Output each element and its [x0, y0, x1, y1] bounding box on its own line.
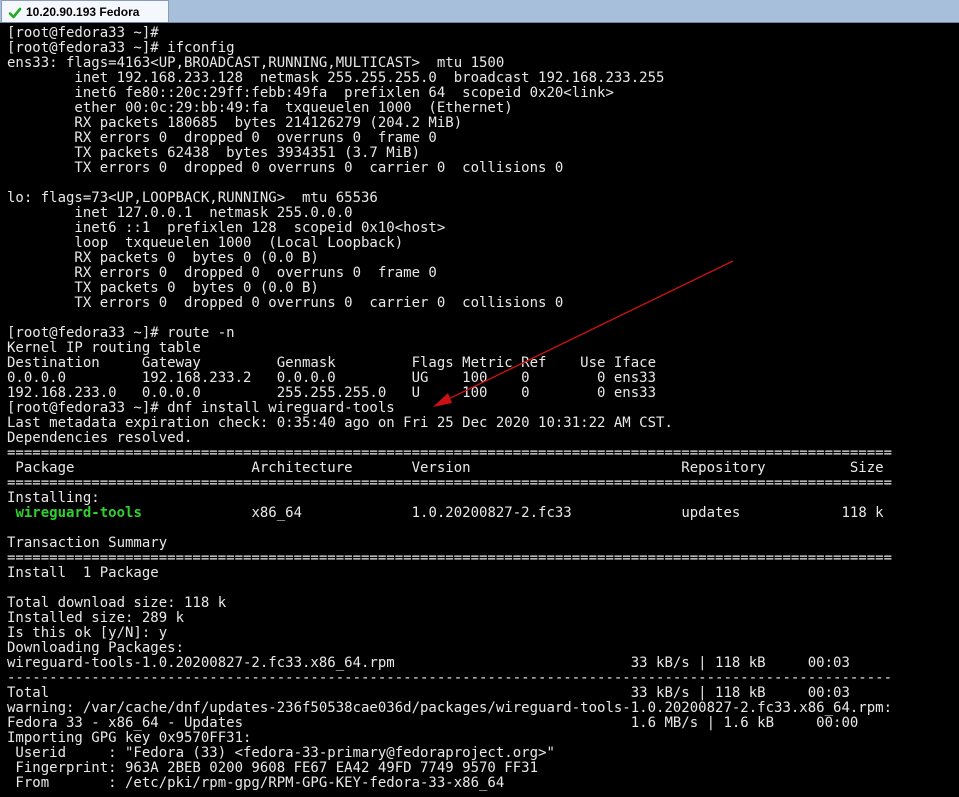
terminal-line: Transaction Summary	[7, 536, 168, 551]
terminal-line: ether 00:0c:29:bb:49:fa txqueuelen 1000 …	[7, 101, 513, 116]
terminal-line: Destination Gateway Genmask Flags Metric…	[7, 356, 657, 371]
terminal-line: From : /etc/pki/rpm-gpg/RPM-GPG-KEY-fedo…	[7, 776, 505, 791]
terminal-line: ========================================…	[7, 551, 893, 566]
terminal-line: [root@fedora33 ~]#	[7, 26, 159, 41]
terminal-line: RX packets 0 bytes 0 (0.0 B)	[7, 251, 319, 266]
terminal-line: ----------------------------------------…	[7, 671, 893, 686]
terminal-line: Is this ok [y/N]: y	[7, 626, 168, 641]
terminal-line: loop txqueuelen 1000 (Local Loopback)	[7, 236, 404, 251]
terminal-line: Importing GPG key 0x9570FF31:	[7, 731, 252, 746]
terminal-line: TX packets 62438 bytes 3934351 (3.7 MiB)	[7, 146, 421, 161]
terminal-lines: [root@fedora33 ~]# [root@fedora33 ~]# ifc…	[7, 26, 959, 791]
tab-bar: 10.20.90.193 Fedora	[0, 0, 959, 23]
terminal-output[interactable]: [root@fedora33 ~]# [root@fedora33 ~]# ifc…	[0, 23, 959, 797]
terminal-line: Installing:	[7, 491, 100, 506]
terminal-line: wireguard-tools x86_64 1.0.20200827-2.fc…	[7, 506, 959, 521]
terminal-line: Downloading Packages:	[7, 641, 185, 656]
terminal-line: [root@fedora33 ~]# ifconfig	[7, 41, 235, 56]
terminal-line: Total 33 kB/s | 118 kB 00:03	[7, 686, 850, 701]
terminal-line: lo: flags=73<UP,LOOPBACK,RUNNING> mtu 65…	[7, 191, 378, 206]
session-tab[interactable]: 10.20.90.193 Fedora	[1, 0, 169, 22]
terminal-line: Dependencies resolved.	[7, 431, 193, 446]
terminal-line: ========================================…	[7, 476, 893, 491]
tab-title: 10.20.90.193 Fedora	[26, 4, 140, 19]
terminal-line: Total download size: 118 k	[7, 596, 227, 611]
terminal-line: [root@fedora33 ~]# dnf install wireguard…	[7, 401, 395, 416]
terminal-line: RX errors 0 dropped 0 overruns 0 frame 0	[7, 131, 437, 146]
terminal-line: TX errors 0 dropped 0 overruns 0 carrier…	[7, 296, 564, 311]
terminal-line: inet6 fe80::20c:29ff:febb:49fa prefixlen…	[7, 86, 614, 101]
terminal-line: TX packets 0 bytes 0 (0.0 B)	[7, 281, 319, 296]
terminal-line: 0.0.0.0 192.168.233.2 0.0.0.0 UG 100 0 0…	[7, 371, 657, 386]
terminal-line: Install 1 Package	[7, 566, 159, 581]
terminal-line: Kernel IP routing table	[7, 341, 201, 356]
terminal-line: TX errors 0 dropped 0 overruns 0 carrier…	[7, 161, 564, 176]
terminal-line: Installed size: 289 k	[7, 611, 185, 626]
line-segment: x86_64 1.0.20200827-2.fc33 updates 118 k	[141, 506, 884, 521]
terminal-line: Last metadata expiration check: 0:35:40 …	[7, 416, 673, 431]
terminal-line: wireguard-tools-1.0.20200827-2.fc33.x86_…	[7, 656, 850, 671]
terminal-line: Package Architecture Version Repository …	[7, 461, 884, 476]
terminal-line: ========================================…	[7, 446, 893, 461]
terminal-line: inet6 ::1 prefixlen 128 scopeid 0x10<hos…	[7, 221, 446, 236]
terminal-line: Userid : "Fedora (33) <fedora-33-primary…	[7, 746, 555, 761]
terminal-line: warning: /var/cache/dnf/updates-236f5053…	[7, 701, 893, 716]
terminal-line: inet 127.0.0.1 netmask 255.0.0.0	[7, 206, 353, 221]
terminal-line: Fedora 33 - x86_64 - Updates 1.6 MB/s | …	[7, 716, 859, 731]
package-name: wireguard-tools	[15, 506, 142, 521]
terminal-line: Fingerprint: 963A 2BEB 0200 9608 FE67 EA…	[7, 761, 539, 776]
terminal-line: ens33: flags=4163<UP,BROADCAST,RUNNING,M…	[7, 56, 505, 71]
terminal-line: RX packets 180685 bytes 214126279 (204.2…	[7, 116, 463, 131]
terminal-line: [root@fedora33 ~]# route -n	[7, 326, 235, 341]
terminal-line: inet 192.168.233.128 netmask 255.255.255…	[7, 71, 665, 86]
check-icon	[8, 5, 22, 19]
terminal-line: 192.168.233.0 0.0.0.0 255.255.255.0 U 10…	[7, 386, 657, 401]
terminal-line: RX errors 0 dropped 0 overruns 0 frame 0	[7, 266, 437, 281]
